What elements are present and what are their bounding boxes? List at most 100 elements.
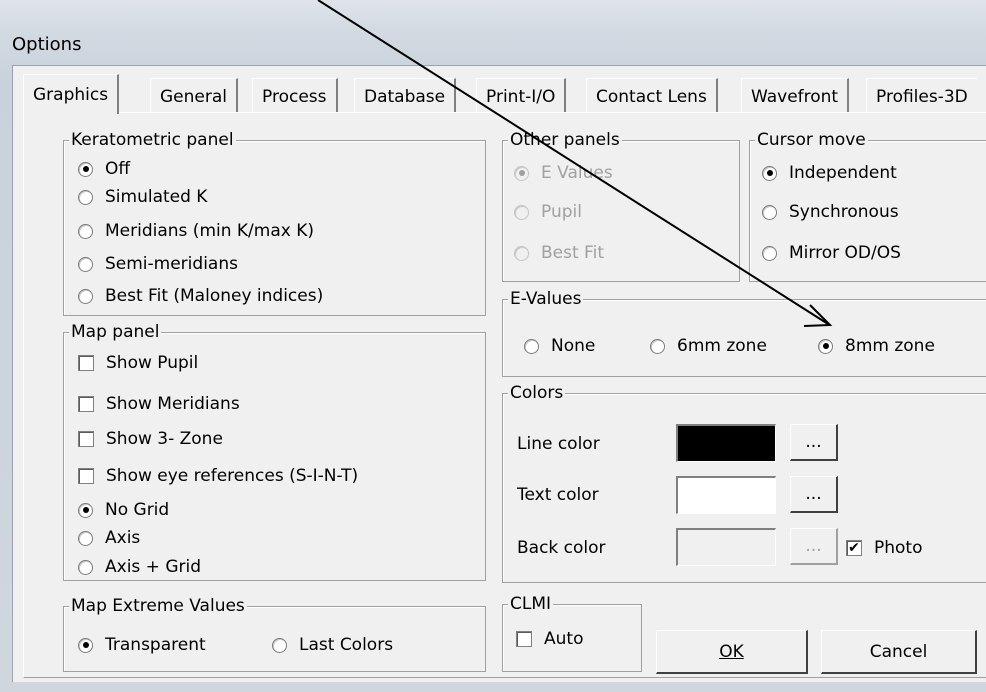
colors-title: Colors (508, 383, 566, 403)
option-label: Show Pupil (106, 353, 199, 373)
radio-simulated-k[interactable]: Simulated K (78, 186, 207, 208)
radio-icon (762, 245, 777, 261)
tab-graphics[interactable]: Graphics (23, 74, 120, 114)
line-color-swatch (676, 424, 776, 462)
radio-best-fit-maloney[interactable]: Best Fit (Maloney indices) (78, 285, 323, 307)
cursor-move-title: Cursor move (755, 130, 868, 150)
checkbox-show-pupil[interactable]: Show Pupil (78, 352, 198, 374)
radio-best-fit-panel[interactable]: Best Fit (514, 242, 604, 264)
other-panels-title: Other panels (508, 130, 622, 150)
option-label: Pupil (541, 202, 582, 222)
radio-last-colors[interactable]: Last Colors (272, 634, 393, 656)
tab-database[interactable]: Database (354, 78, 457, 114)
radio-selected-icon (818, 338, 833, 354)
tab-print-io[interactable]: Print-I/O (476, 78, 567, 114)
radio-icon (272, 637, 287, 653)
tab-profiles-3d[interactable]: Profiles-3D (866, 78, 977, 114)
text-color-picker-button[interactable]: ... (790, 476, 838, 513)
option-label: Photo (874, 538, 923, 558)
option-label: Independent (789, 163, 897, 183)
radio-icon (78, 256, 93, 272)
back-color-swatch (676, 528, 776, 566)
radio-selected-icon (78, 161, 93, 177)
radio-icon (762, 204, 777, 220)
ok-button[interactable]: OK (656, 630, 808, 674)
option-label: None (551, 336, 596, 356)
option-label: Best Fit (541, 243, 604, 263)
option-label: Meridians (min K/max K) (105, 221, 314, 241)
radio-e-values-panel[interactable]: E Values (514, 162, 613, 184)
option-label: Best Fit (Maloney indices) (105, 286, 324, 306)
checkbox-auto[interactable]: Auto (516, 628, 583, 650)
tab-process[interactable]: Process (252, 78, 338, 114)
radio-pupil-panel[interactable]: Pupil (514, 201, 582, 223)
radio-icon (78, 189, 93, 205)
tab-general[interactable]: General (150, 78, 238, 114)
text-color-label: Text color (517, 485, 599, 505)
radio-icon (78, 530, 93, 546)
cancel-button[interactable]: Cancel (821, 630, 977, 674)
title-bar: Options (0, 0, 986, 64)
radio-semi-meridians[interactable]: Semi-meridians (78, 253, 238, 275)
option-label: Axis + Grid (105, 557, 201, 577)
back-color-picker-button[interactable]: ... (790, 528, 838, 565)
checkbox-photo[interactable]: ✔ Photo (846, 537, 923, 559)
checkbox-icon (78, 355, 94, 371)
option-label: Mirror OD/OS (789, 243, 901, 263)
radio-axis-grid[interactable]: Axis + Grid (78, 556, 201, 578)
back-color-label: Back color (517, 538, 606, 558)
radio-icon (514, 245, 529, 261)
line-color-picker-button[interactable]: ... (790, 424, 838, 461)
radio-icon (78, 559, 93, 575)
checkbox-icon (78, 431, 94, 447)
line-color-label: Line color (517, 434, 600, 454)
option-label: Simulated K (105, 187, 208, 207)
radio-axis[interactable]: Axis (78, 527, 140, 549)
radio-selected-icon (514, 165, 529, 181)
window-title: Options (12, 34, 82, 55)
radio-synchronous[interactable]: Synchronous (762, 201, 899, 223)
checkbox-show-meridians[interactable]: Show Meridians (78, 393, 240, 415)
option-label: Show eye references (S-I-N-T) (106, 466, 359, 486)
keratometric-panel-title: Keratometric panel (69, 130, 236, 150)
option-label: Last Colors (299, 635, 394, 655)
radio-icon (78, 223, 93, 239)
checkmark-icon: ✔ (846, 540, 862, 556)
radio-8mm-zone[interactable]: 8mm zone (818, 335, 935, 357)
option-label: Semi-meridians (105, 254, 238, 274)
option-label: Show 3- Zone (106, 429, 223, 449)
checkbox-show-3-zone[interactable]: Show 3- Zone (78, 428, 223, 450)
radio-kerato-off[interactable]: Off (78, 158, 130, 180)
radio-6mm-zone[interactable]: 6mm zone (650, 335, 767, 357)
radio-e-values-none[interactable]: None (524, 335, 595, 357)
radio-meridians[interactable]: Meridians (min K/max K) (78, 220, 314, 242)
option-label: Transparent (105, 635, 206, 655)
radio-selected-icon (762, 165, 777, 181)
option-label: Axis (105, 528, 141, 548)
tab-wavefront[interactable]: Wavefront (741, 78, 850, 114)
option-label: Auto (544, 629, 584, 649)
clmi-title: CLMI (508, 594, 554, 614)
checkbox-show-eye-references[interactable]: Show eye references (S-I-N-T) (78, 465, 358, 487)
tab-contact-lens[interactable]: Contact Lens (586, 78, 718, 114)
checkbox-icon (78, 468, 94, 484)
map-panel-title: Map panel (69, 322, 162, 342)
radio-icon (514, 204, 529, 220)
radio-no-grid[interactable]: No Grid (78, 499, 169, 521)
radio-icon (524, 338, 539, 354)
radio-selected-icon (78, 502, 93, 518)
option-label: 8mm zone (845, 336, 935, 356)
radio-icon (650, 338, 665, 354)
radio-transparent[interactable]: Transparent (78, 634, 206, 656)
option-label: Show Meridians (106, 394, 240, 414)
radio-icon (78, 288, 93, 304)
option-label: No Grid (105, 500, 170, 520)
cancel-label: Cancel (869, 641, 928, 662)
radio-mirror-od-os[interactable]: Mirror OD/OS (762, 242, 901, 264)
option-label: Off (105, 159, 131, 179)
text-color-swatch (676, 476, 776, 514)
option-label: E Values (541, 163, 613, 183)
e-values-title: E-Values (508, 289, 584, 309)
radio-independent[interactable]: Independent (762, 162, 897, 184)
map-extreme-values-title: Map Extreme Values (69, 596, 247, 616)
